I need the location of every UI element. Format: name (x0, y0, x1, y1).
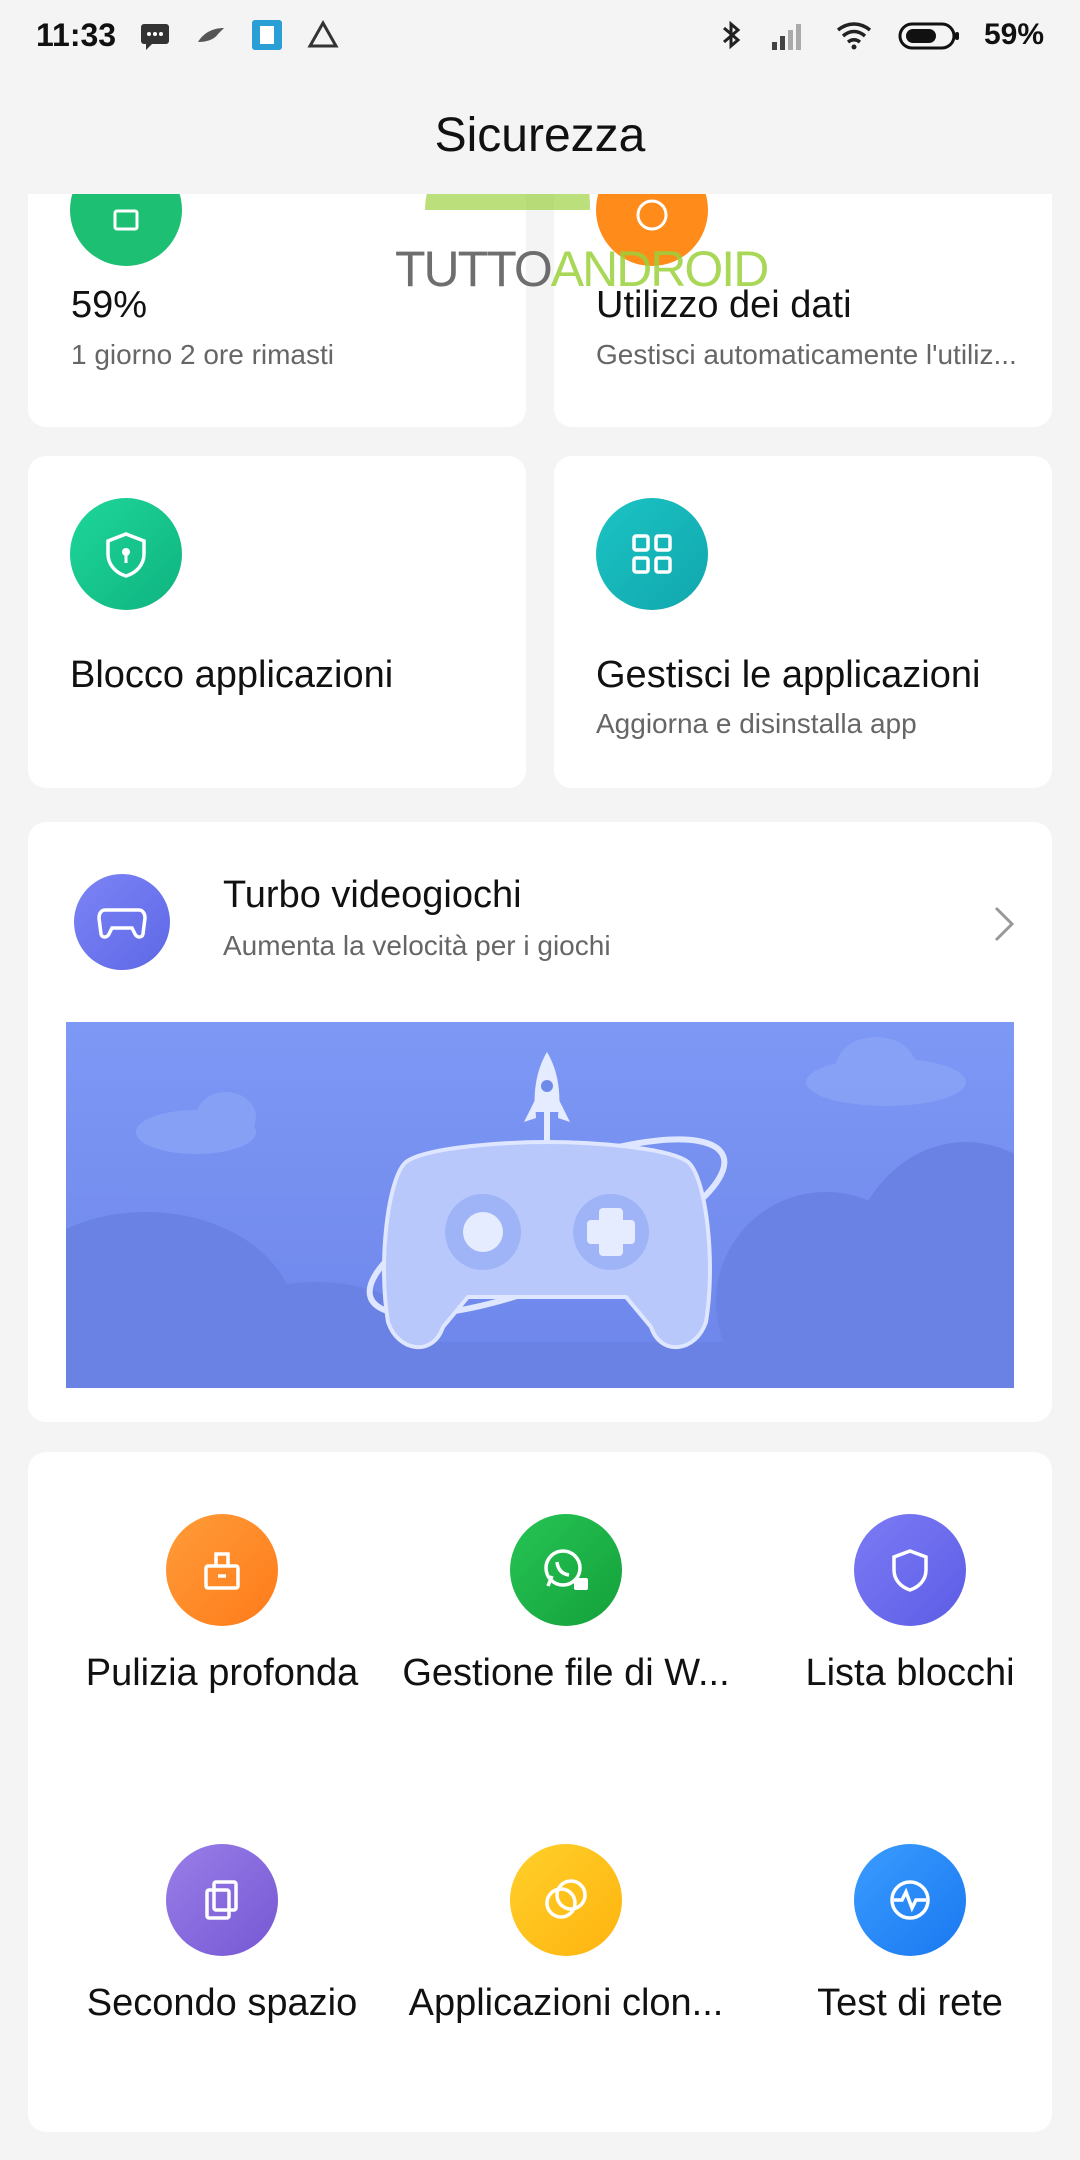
card-battery[interactable]: 59% 1 giorno 2 ore rimasti (28, 194, 526, 427)
battery-level: 59% (71, 284, 148, 326)
sim-icon (252, 20, 283, 50)
tool-clone-apps[interactable]: Applicazioni clon... (394, 1844, 738, 2104)
drive-icon (307, 19, 339, 48)
shield-lock-icon (70, 498, 182, 610)
message-icon (141, 24, 170, 50)
wifi-icon (836, 22, 872, 50)
battery-percent: 59% (983, 18, 1044, 51)
card-data-usage[interactable]: Utilizzo dei dati Gestisci automaticamen… (554, 194, 1052, 427)
tool-second-space[interactable]: Secondo spazio (50, 1844, 394, 2104)
manage-apps-title: Gestisci le applicazioni (596, 654, 981, 696)
game-turbo-title: Turbo videogiochi (223, 874, 522, 916)
game-turbo-banner[interactable] (66, 1022, 1014, 1388)
clone-apps-icon (510, 1844, 622, 1956)
battery-icon (70, 194, 182, 266)
battery-icon (898, 22, 959, 50)
network-test-icon (854, 1844, 966, 1956)
page-title: Sicurezza (434, 108, 646, 162)
card-tools-grid: Pulizia profonda Gestione file di W... L… (28, 1452, 1052, 2132)
battery-remaining: 1 giorno 2 ore rimasti (71, 339, 335, 370)
deep-clean-icon (166, 1514, 278, 1626)
tool-label: Secondo spazio (86, 1982, 358, 2024)
app-bar: Sicurezza (0, 80, 1080, 190)
content-scroll[interactable]: 59% 1 giorno 2 ore rimasti Utilizzo dei … (0, 194, 1080, 2160)
data-usage-subtitle: Gestisci automaticamente l'utiliz... (596, 339, 1017, 370)
status-bar: 11:33 59% (0, 0, 1080, 70)
tool-label: Gestione file di W... (402, 1652, 730, 1694)
tool-label: Pulizia profonda (85, 1652, 359, 1694)
data-icon (596, 194, 708, 266)
tool-label: Test di rete (817, 1982, 1003, 2024)
tool-network-test[interactable]: Test di rete (738, 1844, 1080, 2104)
chevron-right-icon (994, 906, 1015, 942)
second-space-icon (166, 1844, 278, 1956)
tool-whatsapp-files[interactable]: Gestione file di W... (394, 1514, 738, 1774)
data-usage-title: Utilizzo dei dati (596, 284, 852, 326)
tool-label: Lista blocchi (805, 1652, 1015, 1694)
bird-icon (198, 28, 225, 42)
game-banner-illustration (66, 1037, 1014, 1388)
apps-grid-icon (596, 498, 708, 610)
clock: 11:33 (36, 16, 117, 53)
card-manage-apps[interactable]: Gestisci le applicazioni Aggiorna e disi… (554, 456, 1052, 788)
card-app-lock[interactable]: Blocco applicazioni (28, 456, 526, 788)
tool-label: Applicazioni clon... (408, 1982, 724, 2024)
signal-icon (771, 24, 801, 50)
tool-block-list[interactable]: Lista blocchi (738, 1514, 1080, 1774)
card-game-turbo[interactable]: Turbo videogiochi Aumenta la velocità pe… (28, 822, 1052, 1422)
game-turbo-subtitle: Aumenta la velocità per i giochi (223, 930, 611, 961)
manage-apps-subtitle: Aggiorna e disinstalla app (596, 708, 917, 739)
gamepad-icon (74, 874, 170, 970)
tool-deep-clean[interactable]: Pulizia profonda (50, 1514, 394, 1774)
bluetooth-icon (722, 20, 741, 50)
shield-icon (854, 1514, 966, 1626)
app-lock-title: Blocco applicazioni (70, 654, 394, 696)
whatsapp-icon (510, 1514, 622, 1626)
